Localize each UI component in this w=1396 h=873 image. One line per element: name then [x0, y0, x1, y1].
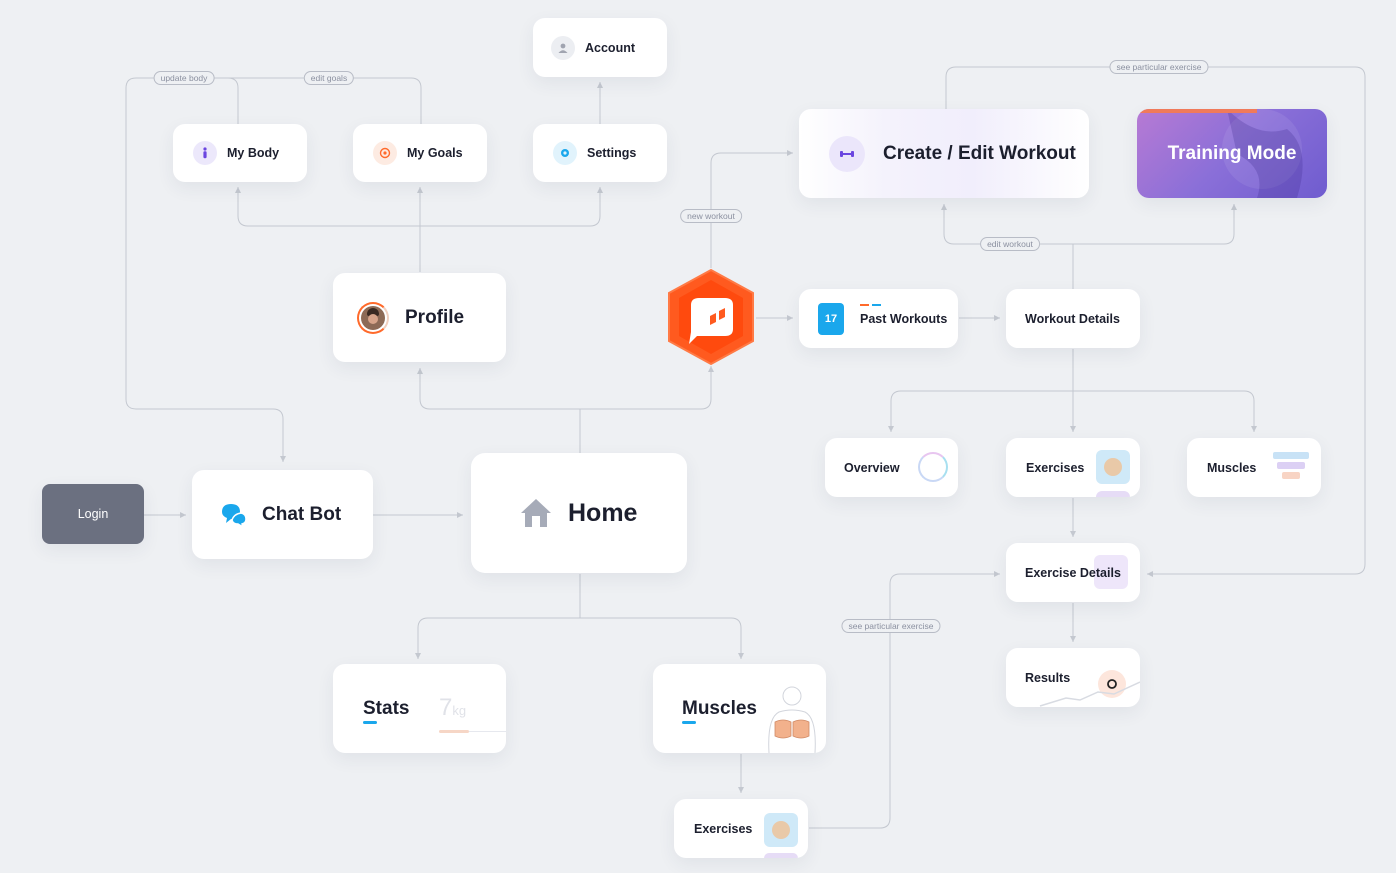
exercises-bottom-label: Exercises: [694, 821, 753, 836]
create-edit-workout-card[interactable]: Create / Edit Workout: [799, 109, 1089, 198]
gear-icon: [553, 141, 577, 165]
exercises-top-label: Exercises: [1026, 460, 1085, 475]
account-label: Account: [585, 40, 635, 55]
calendar-day: 17: [824, 312, 838, 325]
settings-card[interactable]: Settings: [533, 124, 667, 182]
results-chart-icon: [1039, 670, 1140, 707]
muscles-card-bottom[interactable]: Muscles: [653, 664, 826, 753]
edge-label-edit-goals: edit goals: [303, 71, 355, 85]
exercises-card-bottom[interactable]: Exercises: [674, 799, 808, 858]
stats-label: Stats: [363, 697, 410, 719]
app-logo-hub[interactable]: [665, 268, 757, 366]
my-goals-label: My Goals: [407, 146, 463, 160]
stats-unit: kg: [452, 703, 467, 718]
target-icon: [373, 141, 397, 165]
stats-value-watermark: 7kg: [439, 694, 466, 722]
chat-bot-card[interactable]: Chat Bot: [192, 470, 373, 559]
edge-label-update-body: update body: [153, 71, 215, 85]
calendar-icon: 17: [818, 302, 844, 335]
training-mode-card[interactable]: Training Mode: [1137, 109, 1327, 198]
avatar: [357, 301, 389, 334]
muscles-underline: [682, 721, 696, 724]
chat-bot-label: Chat Bot: [262, 503, 342, 525]
settings-label: Settings: [587, 146, 637, 160]
edge-label-new-workout: new workout: [680, 209, 742, 223]
stats-value: 7: [439, 694, 453, 721]
edge-label-see-exercise-top: see particular exercise: [1109, 60, 1209, 74]
workout-details-label: Workout Details: [1025, 311, 1120, 326]
house-icon: [521, 499, 551, 527]
exercise-thumbnail-bottom: [764, 813, 798, 847]
my-body-card[interactable]: My Body: [173, 124, 307, 182]
dumbbell-icon: [829, 135, 865, 172]
login-card[interactable]: Login: [42, 484, 144, 544]
training-mode-label: Training Mode: [1167, 142, 1297, 164]
results-card[interactable]: Results: [1006, 648, 1140, 707]
account-card[interactable]: Account: [533, 18, 667, 77]
exercises-card-top[interactable]: Exercises: [1006, 438, 1140, 497]
muscles-bottom-label: Muscles: [682, 697, 757, 719]
exercise-thumbnail-2: [1096, 491, 1130, 497]
legend-dashes: [860, 295, 881, 309]
home-label: Home: [568, 498, 638, 527]
person-icon: [193, 141, 217, 165]
login-label: Login: [77, 507, 109, 521]
muscles-top-label: Muscles: [1207, 460, 1257, 475]
stats-bar: [439, 730, 469, 733]
ring-chart-icon: [918, 452, 948, 482]
exercise-thumbnail: [1096, 450, 1130, 484]
my-body-label: My Body: [227, 146, 280, 160]
profile-card[interactable]: Profile: [333, 273, 506, 362]
exercise-details-card[interactable]: Exercise Details: [1006, 543, 1140, 602]
home-card[interactable]: Home: [471, 453, 687, 573]
my-goals-card[interactable]: My Goals: [353, 124, 487, 182]
workout-details-card[interactable]: Workout Details: [1006, 289, 1140, 348]
past-workouts-label: Past Workouts: [860, 311, 948, 326]
stats-underline: [363, 721, 377, 724]
chat-bubbles-icon: [222, 503, 247, 528]
edge-label-edit-workout: edit workout: [980, 237, 1040, 251]
exercise-details-label: Exercise Details: [1025, 565, 1121, 580]
stats-card[interactable]: Stats 7kg: [333, 664, 506, 753]
profile-label: Profile: [405, 306, 465, 328]
exercise-thumbnail-bottom-2: [764, 853, 798, 858]
muscles-card-top[interactable]: Muscles: [1187, 438, 1321, 497]
stats-bar-track: [469, 731, 506, 732]
funnel-chart-icon: [1273, 452, 1309, 479]
edge-label-see-exercise-bottom: see particular exercise: [841, 619, 941, 633]
past-workouts-card[interactable]: 17 Past Workouts: [799, 289, 958, 348]
overview-label: Overview: [844, 460, 900, 475]
overview-card[interactable]: Overview: [825, 438, 958, 497]
user-icon: [551, 35, 575, 60]
anatomy-torso-illustration: [768, 686, 816, 753]
create-edit-workout-label: Create / Edit Workout: [883, 142, 1076, 164]
